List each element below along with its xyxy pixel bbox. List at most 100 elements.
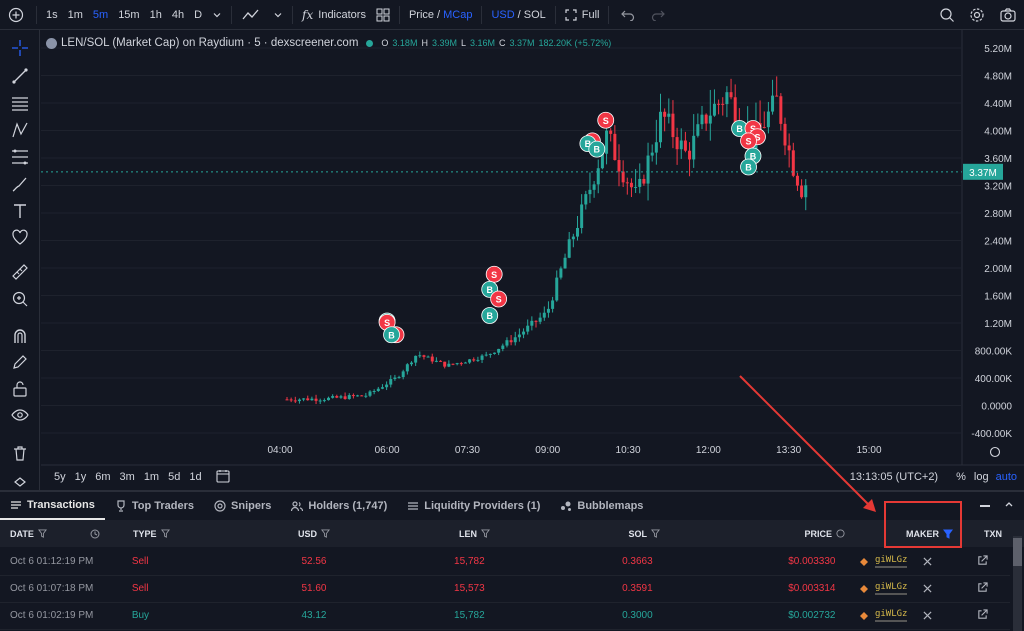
eye-icon[interactable] bbox=[10, 405, 30, 425]
candle-body bbox=[356, 395, 360, 397]
close-icon[interactable] bbox=[923, 611, 932, 620]
column-date[interactable]: DATE bbox=[0, 529, 110, 539]
tab-top-traders[interactable]: Top Traders bbox=[105, 492, 204, 520]
maker-address[interactable]: giWLGz bbox=[874, 609, 908, 622]
y-tick-label: 4.00M bbox=[984, 127, 1012, 138]
column-len[interactable]: LEN bbox=[340, 529, 500, 539]
indicators-button[interactable]: fx Indicators bbox=[297, 0, 371, 30]
lock-icon[interactable] bbox=[10, 379, 30, 399]
cell-txn bbox=[954, 608, 1010, 623]
trash-icon[interactable] bbox=[10, 443, 30, 463]
filter-icon[interactable] bbox=[321, 529, 330, 538]
redo-icon[interactable] bbox=[643, 0, 673, 30]
users-icon bbox=[291, 501, 304, 512]
range-1d[interactable]: 1d bbox=[189, 471, 201, 483]
column-price[interactable]: PRICE bbox=[670, 529, 855, 539]
trend-line-icon[interactable] bbox=[10, 66, 30, 86]
close-icon[interactable] bbox=[923, 557, 932, 566]
maker-address[interactable]: giWLGz bbox=[874, 582, 908, 595]
fib-retracement-icon[interactable] bbox=[10, 147, 30, 167]
camera-icon[interactable] bbox=[992, 0, 1024, 30]
zoom-in-icon[interactable] bbox=[10, 289, 30, 309]
close-icon[interactable] bbox=[923, 584, 932, 593]
range-3m[interactable]: 3m bbox=[120, 471, 135, 483]
y-tick-label: 3.20M bbox=[984, 182, 1012, 193]
text-icon[interactable] bbox=[10, 201, 30, 221]
column-type[interactable]: TYPE bbox=[110, 529, 200, 539]
clock-icon[interactable] bbox=[90, 529, 100, 539]
candle-body bbox=[551, 300, 555, 309]
undo-icon[interactable] bbox=[613, 0, 643, 30]
timeframe-15m[interactable]: 15m bbox=[113, 0, 144, 30]
external-link-icon[interactable] bbox=[977, 581, 988, 593]
timeframe-4h[interactable]: 4h bbox=[167, 0, 189, 30]
ruler-icon[interactable] bbox=[10, 262, 30, 282]
usd-sol-toggle[interactable]: USD / SOL bbox=[486, 0, 550, 30]
column-usd[interactable]: USD bbox=[200, 529, 340, 539]
open-label: O bbox=[381, 38, 389, 48]
chevron-down-icon[interactable] bbox=[268, 0, 288, 30]
toolbar-divider bbox=[231, 5, 233, 24]
pitchfork-icon[interactable] bbox=[10, 120, 30, 140]
tab-label: Bubblemaps bbox=[577, 500, 644, 512]
scrollbar[interactable] bbox=[1013, 536, 1022, 631]
horizontal-lines-icon[interactable] bbox=[10, 93, 30, 113]
more-tools-icon[interactable] bbox=[10, 472, 30, 492]
quick-search-icon[interactable] bbox=[932, 0, 962, 30]
chart-type-icon[interactable] bbox=[236, 0, 268, 30]
heart-icon[interactable] bbox=[10, 227, 30, 247]
crosshair-icon[interactable] bbox=[10, 38, 30, 58]
range-5y[interactable]: 5y bbox=[54, 471, 66, 483]
filter-icon[interactable] bbox=[651, 529, 660, 538]
timeframe-1h[interactable]: 1h bbox=[145, 0, 167, 30]
auto-toggle[interactable]: auto bbox=[996, 471, 1017, 483]
tab-bubblemaps[interactable]: Bubblemaps bbox=[550, 492, 653, 520]
magnet-icon[interactable] bbox=[10, 326, 30, 346]
add-icon[interactable] bbox=[0, 0, 32, 30]
filter-icon[interactable] bbox=[37, 529, 47, 538]
maker-address[interactable]: giWLGz bbox=[874, 555, 908, 568]
log-toggle[interactable]: log bbox=[974, 471, 989, 483]
candle-body bbox=[439, 360, 443, 362]
tab-holders[interactable]: Holders (1,747) bbox=[281, 492, 397, 520]
settings-icon[interactable] bbox=[962, 0, 992, 30]
range-6m[interactable]: 6m bbox=[95, 471, 110, 483]
date-range-icon[interactable] bbox=[216, 469, 230, 486]
tab-snipers[interactable]: Snipers bbox=[204, 492, 281, 520]
range-5d[interactable]: 5d bbox=[168, 471, 180, 483]
fullscreen-icon bbox=[565, 8, 577, 21]
column-sol[interactable]: SOL bbox=[500, 529, 670, 539]
timeframe-5m[interactable]: 5m bbox=[88, 0, 113, 30]
price-chart[interactable]: 5.20M 4.80M 4.40M 4.00M 3.60M 3.20M 2.80M 2.40M… bbox=[41, 30, 1024, 490]
range-1m[interactable]: 1m bbox=[144, 471, 159, 483]
layouts-icon[interactable] bbox=[371, 0, 395, 30]
tab-liquidity-providers[interactable]: Liquidity Providers (1) bbox=[397, 492, 550, 520]
timeframe-d[interactable]: D bbox=[189, 0, 207, 30]
clock-time[interactable]: 13:13:05 (UTC+2) bbox=[850, 471, 938, 483]
candle-body bbox=[795, 175, 799, 186]
table-row[interactable]: Oct 6 01:12:19 PM Sell 52.56 15,782 0.3663 $0… bbox=[0, 548, 1010, 576]
external-link-icon[interactable] bbox=[977, 554, 988, 566]
tab-transactions[interactable]: Transactions bbox=[0, 492, 105, 520]
percent-toggle[interactable]: % bbox=[956, 471, 966, 483]
minimize-icon[interactable] bbox=[980, 505, 990, 507]
price-mcap-toggle[interactable]: Price / MCap bbox=[404, 0, 477, 30]
candle-body bbox=[497, 348, 501, 353]
scrollbar-thumb[interactable] bbox=[1013, 538, 1022, 566]
range-1y[interactable]: 1y bbox=[75, 471, 87, 483]
filter-icon[interactable] bbox=[481, 529, 490, 538]
table-row[interactable]: Oct 6 01:07:18 PM Sell 51.60 15,573 0.3591 $0… bbox=[0, 575, 1010, 603]
fullscreen-button[interactable]: Full bbox=[560, 0, 605, 30]
timeframe-1s[interactable]: 1s bbox=[41, 0, 63, 30]
candle-body bbox=[364, 395, 368, 397]
pencil-lock-icon[interactable] bbox=[10, 352, 30, 372]
brush-icon[interactable] bbox=[10, 174, 30, 194]
table-row[interactable]: Oct 6 01:02:19 PM Buy 43.12 15,782 0.3000 $0.… bbox=[0, 602, 1010, 630]
candle-body bbox=[289, 399, 293, 401]
maximize-icon[interactable] bbox=[1004, 500, 1014, 513]
y-tick-label: 4.40M bbox=[984, 99, 1012, 110]
timeframe-1m[interactable]: 1m bbox=[63, 0, 88, 30]
filter-icon[interactable] bbox=[160, 529, 170, 538]
chevron-down-icon[interactable] bbox=[207, 0, 227, 30]
external-link-icon[interactable] bbox=[977, 608, 988, 620]
